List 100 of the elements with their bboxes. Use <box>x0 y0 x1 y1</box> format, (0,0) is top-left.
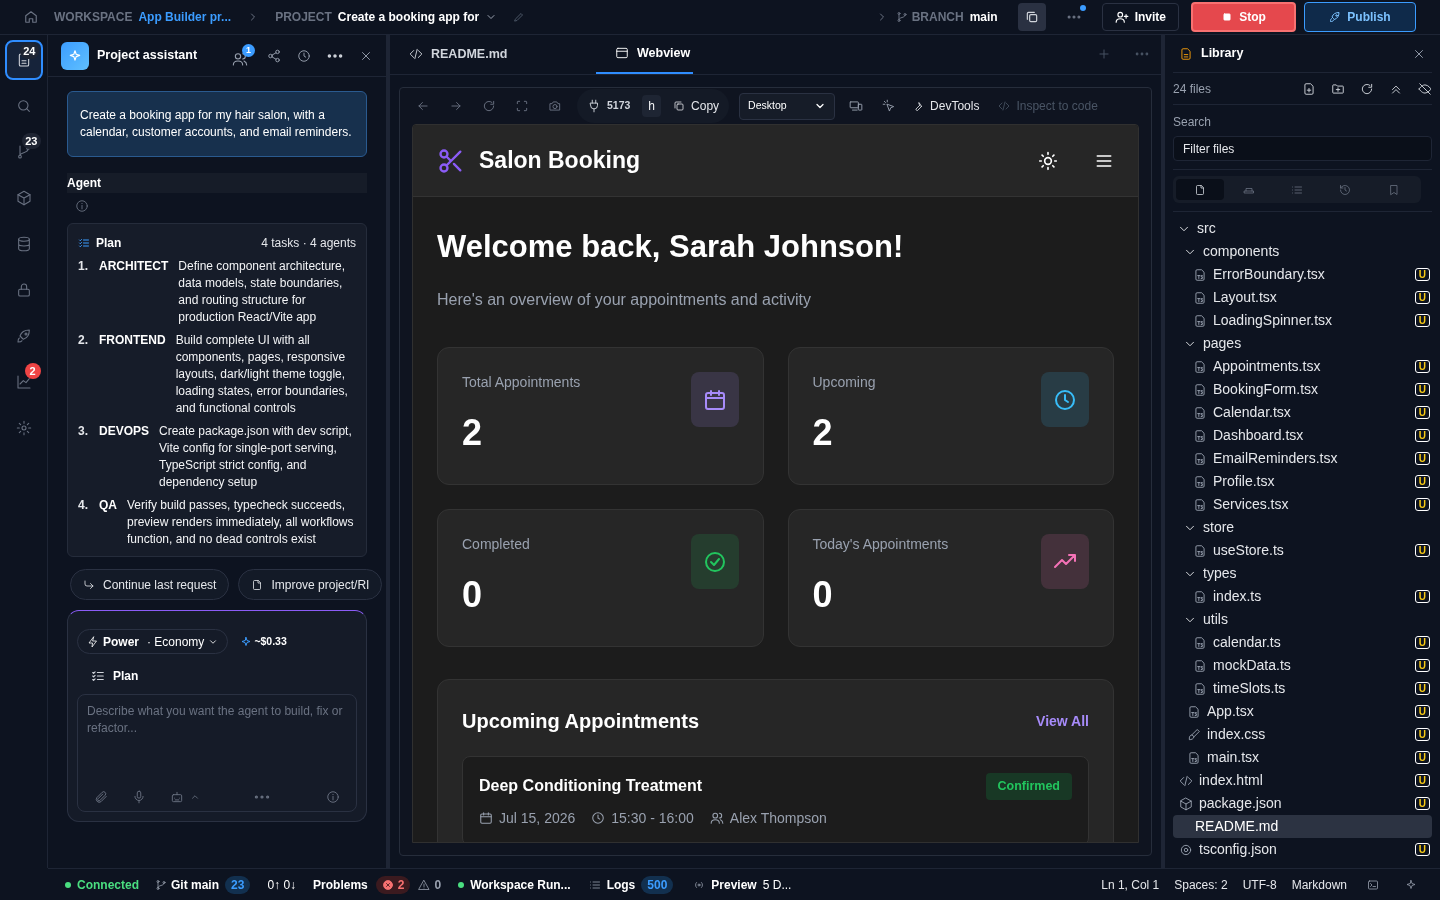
devtools-button[interactable]: DevTools <box>912 97 980 115</box>
file-item[interactable]: Calendar.tsx U <box>1173 401 1432 424</box>
folder-item[interactable]: types <box>1173 562 1432 585</box>
stop-icon <box>1221 11 1234 23</box>
filter-field[interactable]: Filter files <box>1173 136 1432 161</box>
stat-label: Completed <box>462 535 530 554</box>
warning-count[interactable]: 0 <box>418 875 442 894</box>
sidebar-item[interactable]: 24 <box>4 40 43 80</box>
git-status-badge: U <box>1414 705 1430 718</box>
file-item[interactable]: useStore.ts U <box>1173 539 1432 562</box>
pick-element-button[interactable] <box>882 99 897 113</box>
file-item[interactable]: tsconfig.json U <box>1173 838 1432 861</box>
history-button[interactable] <box>297 48 311 63</box>
file-item[interactable]: calendar.ts U <box>1173 631 1432 654</box>
editor-tab[interactable]: README.md <box>390 34 596 74</box>
assistant-button[interactable] <box>1405 878 1417 891</box>
file-item[interactable]: Appointments.tsx U <box>1173 355 1432 378</box>
suggestion-chip[interactable]: Continue last request <box>70 569 230 600</box>
file-item[interactable]: index.ts U <box>1173 585 1432 608</box>
microphone-button[interactable] <box>132 790 146 804</box>
reload-button[interactable] <box>482 99 496 113</box>
error-count[interactable]: 2 <box>375 875 411 894</box>
file-name: ErrorBoundary.tsx <box>1213 265 1326 284</box>
git-status-badge: U <box>1414 544 1430 557</box>
device-select[interactable]: Desktop <box>739 92 836 120</box>
problems-label[interactable]: Problems <box>313 875 368 894</box>
view-tab[interactable] <box>1176 179 1225 200</box>
folder-item[interactable]: components <box>1173 240 1432 263</box>
hide-button[interactable] <box>1418 81 1432 96</box>
responsive-button[interactable] <box>849 99 864 113</box>
sidebar-item[interactable]: 23 <box>4 132 43 172</box>
appointment-date: Jul 15, 2026 <box>499 808 576 828</box>
publish-button[interactable]: Publish <box>1304 2 1416 32</box>
folder-item[interactable]: pages <box>1173 332 1432 355</box>
file-item[interactable]: LoadingSpinner.tsx U <box>1173 309 1432 332</box>
devices-icon <box>849 99 864 113</box>
file-item[interactable]: index.html U <box>1173 769 1432 792</box>
invite-button[interactable]: Invite <box>1101 3 1179 31</box>
file-item[interactable]: Profile.tsx U <box>1173 470 1432 493</box>
new-folder-button[interactable] <box>1331 81 1345 96</box>
editor-tab[interactable]: Webview <box>596 34 693 74</box>
file-item[interactable]: main.tsx U <box>1173 746 1432 769</box>
stat-value: 2 <box>812 411 834 455</box>
task-description: Create package.json with dev script, Vite config for single-port serving, TypeScript strict config, and dependency setup <box>159 423 353 491</box>
sidebar-item[interactable]: 2 <box>4 362 43 402</box>
folder-item[interactable]: store <box>1173 516 1432 539</box>
git-status-badge: U <box>1414 383 1430 396</box>
agent-button[interactable] <box>170 790 200 804</box>
info-button[interactable] <box>326 790 340 804</box>
file-item[interactable]: index.css U <box>1173 723 1432 746</box>
theme-toggle[interactable] <box>1038 150 1058 171</box>
task-description: Verify build passes, typecheck succeeds, preview renders immediately, all workflows function, and no dead controls exist <box>127 497 355 548</box>
copy-button[interactable]: Copy <box>673 97 720 115</box>
workspace-link[interactable]: App Builder pr... <box>138 8 232 26</box>
share-icon <box>267 48 281 63</box>
rocket-icon <box>15 328 32 344</box>
attach-button[interactable] <box>94 790 108 804</box>
file-item[interactable]: BookingForm.tsx U <box>1173 378 1432 401</box>
appointment-item[interactable]: Deep Conditioning Treatment Confirmed Jul 15, 2026 15:30 - 16:00 Alex Thompson <box>462 756 1089 842</box>
terminal-button[interactable] <box>1367 878 1379 891</box>
file-item[interactable]: EmailReminders.tsx U <box>1173 447 1432 470</box>
back-button[interactable] <box>416 99 430 113</box>
file-item[interactable]: mockData.ts U <box>1173 654 1432 677</box>
code-icon <box>1179 773 1193 788</box>
language-mode[interactable]: Markdown <box>1291 875 1347 894</box>
file-item[interactable]: Dashboard.tsx U <box>1173 424 1432 447</box>
folder-item[interactable]: src <box>1173 217 1432 240</box>
preview-label[interactable]: Preview <box>711 875 757 894</box>
refresh-button[interactable] <box>1360 81 1374 96</box>
connection-status[interactable]: Connected <box>65 875 139 894</box>
share-button[interactable] <box>267 48 281 63</box>
select-button[interactable] <box>515 99 529 113</box>
file-item[interactable]: ErrorBoundary.tsx U <box>1173 263 1432 286</box>
file-item[interactable]: App.tsx U <box>1173 700 1432 723</box>
prompt-field[interactable]: Describe what you want the agent to build, fix or refactor... <box>77 694 357 812</box>
indentation[interactable]: Spaces: 2 <box>1174 875 1228 894</box>
file-item[interactable]: Layout.tsx U <box>1173 286 1432 309</box>
folder-item[interactable]: utils <box>1173 608 1432 631</box>
copy-button[interactable] <box>1017 3 1046 31</box>
stop-button[interactable]: Stop <box>1191 2 1296 32</box>
file-item[interactable]: Services.tsx U <box>1173 493 1432 516</box>
view-all-link[interactable]: View All <box>1036 710 1089 732</box>
git-branch[interactable]: Git main <box>171 875 220 894</box>
workspace-status[interactable]: Workspace Run... <box>458 875 571 894</box>
more-button[interactable] <box>327 53 343 58</box>
section-heading: Upcoming Appointments <box>462 709 700 734</box>
sync-status[interactable]: 0↑ 0↓ <box>267 875 297 894</box>
file-item[interactable]: timeSlots.ts U <box>1173 677 1432 700</box>
suggestion-chip[interactable]: Improve project/RI <box>238 569 383 600</box>
encoding[interactable]: UTF-8 <box>1242 875 1277 894</box>
task-role: ARCHITECT <box>99 258 169 275</box>
cursor-position[interactable]: Ln 1, Col 1 <box>1101 875 1160 894</box>
forward-button[interactable] <box>449 99 463 113</box>
screenshot-button[interactable] <box>548 99 562 113</box>
host-button[interactable]: h <box>642 95 662 117</box>
project-name[interactable]: Create a booking app for <box>337 8 480 26</box>
file-item[interactable]: package.json U <box>1173 792 1432 815</box>
logs-label[interactable]: Logs <box>606 875 636 894</box>
file-item[interactable]: README.md <box>1173 815 1432 838</box>
new-file-button[interactable] <box>1302 81 1316 96</box>
